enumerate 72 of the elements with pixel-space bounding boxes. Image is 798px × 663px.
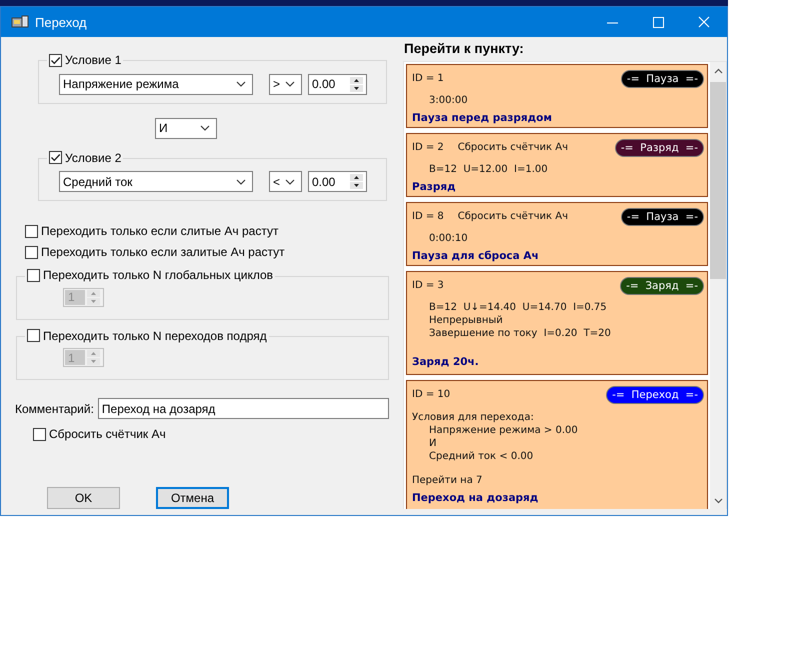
step-name: Пауза перед разрядом [412,112,553,125]
checkbox[interactable] [25,224,38,238]
step-name: Переход на дозаряд [412,492,540,505]
step-card[interactable]: ID = 3 -= Заряд =- B=12 U↓=14.40 U=14.70 I=0.75 Непрерывный Завершение по току I=0.20 T=20 Заряд 20ч. [406,271,708,375]
step-detail: B=12 U↓=14.40 U=14.70 I=0.75 [429,301,608,314]
checkbox[interactable] [49,151,62,164]
step-id: ID = 3 [412,280,444,291]
chevron-down-icon [285,81,295,87]
chevron-down-icon [285,178,295,184]
step-type-badge: -= Переход =- [607,386,703,402]
scrollbar-thumb[interactable] [710,82,726,279]
value-spinbox[interactable]: 0.00 [308,171,367,192]
step-type-badge: -= Пауза =- [622,70,703,86]
operator-dropdown[interactable]: > [269,74,302,94]
device-icon [11,14,29,30]
logic-dropdown[interactable]: И [155,118,217,138]
step-card[interactable]: ID = 2 Сбросить счётчик Ач -= Разряд =- B=12 U=12.00 I=1.00 Разряд [406,133,708,197]
checkbox[interactable] [27,329,40,342]
step-id: ID = 2 [412,142,444,153]
checkbox-label: Сбросить счётчик Ач [49,427,166,441]
parameter-dropdown[interactable]: Напряжение режима [59,74,253,94]
step-id: ID = 10 [412,389,450,400]
operator-dropdown[interactable]: < [269,171,302,192]
step-detail: 0:00:10 [429,232,469,245]
checkbox-label: Переходить только N переходов подряд [43,328,267,342]
step-type-badge: -= Разряд =- [616,140,703,156]
spin-up-icon[interactable] [350,76,365,84]
step-detail: Непрерывный [429,314,504,327]
chevron-down-icon [236,178,246,184]
scrollbar[interactable] [710,62,726,509]
cancel-button[interactable]: Отмена [156,487,229,509]
step-type-badge: -= Пауза =- [622,208,703,224]
condition-text: Напряжение режима > 0.00 [428,424,579,437]
comment-label: Комментарий: [15,402,94,416]
section-title: Перейти к пункту: [404,41,525,58]
conditions-title: Условия для перехода: [412,411,535,424]
checkbox-label: Переходить только если залитые Ач растут [41,245,285,260]
chevron-down-icon [236,81,246,87]
spin-down-icon[interactable] [350,84,365,92]
step-note: Сбросить счётчик Ач [458,211,568,222]
step-type-badge: -= Заряд =- [621,278,703,294]
condition-label: Условие 2 [65,150,122,164]
step-detail: Завершение по току I=0.20 T=20 [429,327,612,340]
parameter-dropdown[interactable]: Средний ток [59,171,253,192]
goto-text: Перейти на 7 [412,474,484,487]
step-name: Разряд [412,181,457,194]
step-name: Пауза для сброса Ач [412,250,540,263]
value-spinbox[interactable]: 0.00 [308,74,367,94]
window-title: Переход [35,14,87,30]
step-detail: B=12 U=12.00 I=1.00 [429,163,549,176]
spin-down-icon[interactable] [350,182,365,189]
checkbox-label: Переходить только N глобальных циклов [43,268,274,282]
step-id: ID = 8 [412,211,444,222]
spin-up-icon[interactable] [350,174,365,181]
chevron-down-icon [200,125,210,131]
checkbox[interactable] [27,268,40,282]
step-card[interactable]: ID = 8 Сбросить счётчик Ач -= Пауза =- 0:00:10 Пауза для сброса Ач [406,202,708,266]
step-detail: 3:00:00 [429,94,469,107]
step-note: Сбросить счётчик Ач [458,142,568,153]
step-name: Заряд 20ч. [412,356,480,369]
checkbox[interactable] [25,246,38,259]
checkbox[interactable] [49,54,62,66]
step-id: ID = 1 [412,73,444,84]
condition-label: Условие 1 [65,53,122,67]
checkbox-label: Переходить только если слитые Ач растут [41,224,278,238]
condition-text: Средний ток < 0.00 [428,450,534,463]
comment-field[interactable]: Переход на дозаряд [98,398,389,419]
ok-button[interactable]: OK [47,487,120,509]
step-card[interactable]: ID = 10 -= Переход =- Условия для перехода: Напряжение режима > 0.00 И Средний ток < 0.00 Перейти на 7 Переход на дозаряд [406,380,708,509]
checkbox[interactable] [33,428,46,440]
step-card[interactable]: ID = 1 -= Пауза =- 3:00:00 Пауза перед разрядом [406,64,708,128]
condition-text: И [428,437,438,450]
